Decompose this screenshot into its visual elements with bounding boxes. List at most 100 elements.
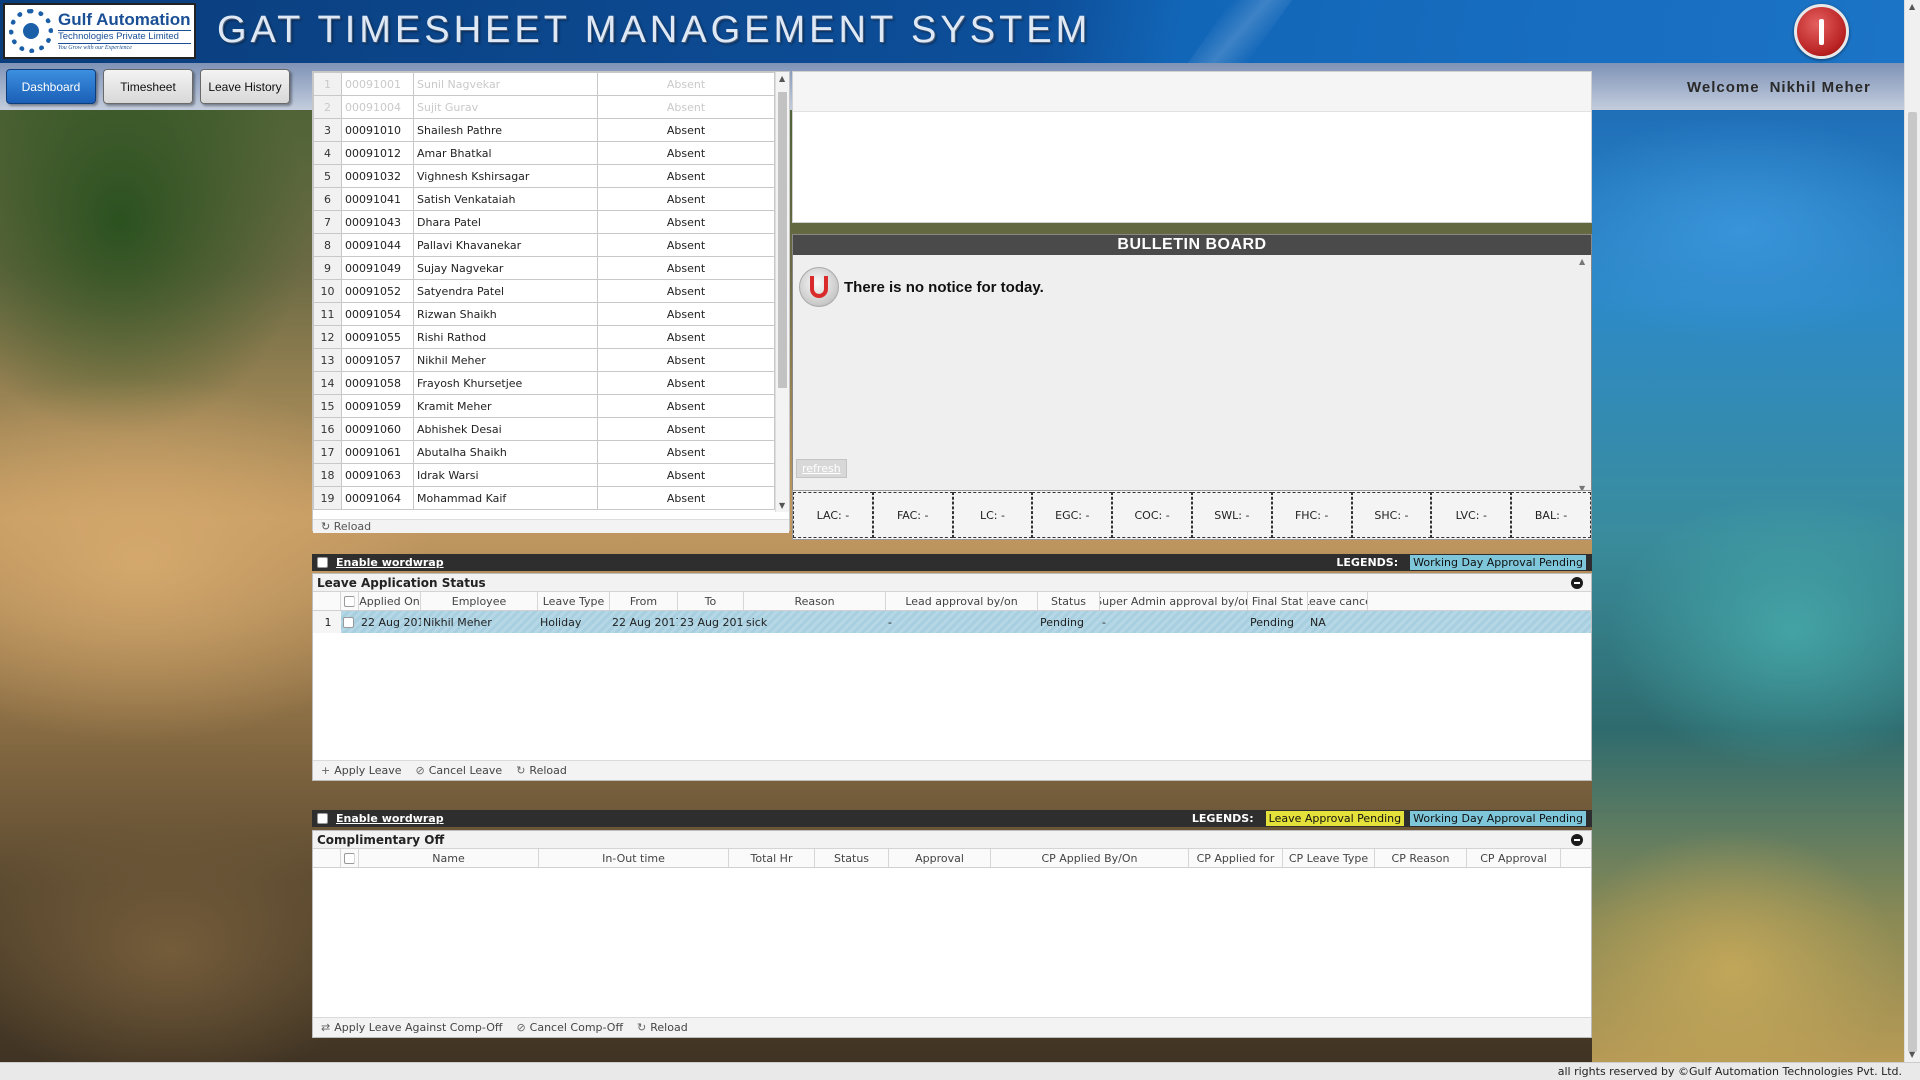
attendance-row[interactable]: 10 00091052 Satyendra Patel Absent [313,279,775,303]
attendance-row[interactable]: 9 00091049 Sujay Nagvekar Absent [313,256,775,280]
employee-name: Dhara Patel [413,210,598,234]
comp-grid-title: Complimentary Off [313,831,1591,849]
table-row[interactable]: 122 Aug 2017Nikhil MeherHoliday22 Aug 20… [313,611,1591,633]
app-title: GAT TIMESHEET MANAGEMENT SYSTEM [217,9,1092,51]
attendance-status: Absent [597,486,775,510]
row-number: 10 [313,279,342,303]
column-header: Applied On [359,592,421,610]
refresh-button[interactable]: refresh [796,459,847,478]
column-header: From [610,592,678,610]
attendance-status: Absent [597,95,775,119]
main-content: 1 00091001 Sunil Nagvekar Absent 2 00091004 Su… [312,63,1592,1062]
page-scroll-thumb[interactable] [1908,112,1917,1052]
attendance-status: Absent [597,164,775,188]
employee-id: 00091044 [341,233,414,257]
wordwrap-label[interactable]: Enable wordwrap [336,556,444,569]
attendance-row[interactable]: 11 00091054 Rizwan Shaikh Absent [313,302,775,326]
row-number: 4 [313,141,342,165]
attendance-reload-button[interactable]: Reload [334,520,371,533]
leave-counts-bar: LAC: - FAC: - LC: - EGC: - COC: - SWL: - FHC: … [792,490,1592,540]
logo-line1: Gulf Automation [58,10,191,30]
attendance-row[interactable]: 5 00091032 Vighnesh Kshirsagar Absent [313,164,775,188]
nav-dashboard-button[interactable]: Dashboard [6,69,96,104]
nav-leave-history-button[interactable]: Leave History [200,69,290,104]
attendance-row[interactable]: 1 00091001 Sunil Nagvekar Absent [313,72,775,96]
scroll-down-icon[interactable]: ▼ [779,501,785,510]
info-panel [792,71,1592,223]
attendance-scrollbar[interactable]: ▲ ▼ [775,72,789,512]
select-all-checkbox[interactable] [344,852,355,864]
row-number: 15 [313,394,342,418]
column-header: Status [1038,592,1100,610]
attendance-row[interactable]: 6 00091041 Satish Venkataiah Absent [313,187,775,211]
attendance-row[interactable]: 16 00091060 Abhishek Desai Absent [313,417,775,441]
attendance-row[interactable]: 8 00091044 Pallavi Khavanekar Absent [313,233,775,257]
select-all-checkbox[interactable] [344,595,355,607]
page-scrollbar[interactable]: ▲ ▼ [1904,0,1920,1062]
attendance-status: Absent [597,463,775,487]
attendance-row[interactable]: 17 00091061 Abutalha Shaikh Absent [313,440,775,464]
reload-icon[interactable]: ↻ [637,1021,646,1034]
nav-timesheet-button[interactable]: Timesheet [103,69,193,104]
scroll-up-icon[interactable]: ▲ [1579,257,1585,266]
reload-icon[interactable]: ↻ [516,764,525,777]
employee-name: Rizwan Shaikh [413,302,598,326]
wordwrap-checkbox[interactable] [317,557,328,568]
row-number: 3 [313,118,342,142]
row-number: 8 [313,233,342,257]
reload-icon[interactable]: ↻ [321,520,334,533]
attendance-status: Absent [597,440,775,464]
cancel-leave-button[interactable]: Cancel Leave [429,764,502,777]
attendance-row[interactable]: 12 00091055 Rishi Rathod Absent [313,325,775,349]
notice-item: There is no notice for today. [799,267,1044,307]
attendance-status: Absent [597,256,775,280]
attendance-row[interactable]: 7 00091043 Dhara Patel Absent [313,210,775,234]
leave-grid-header: Applied On Employee Leave Type From To Reason… [313,592,1591,611]
plus-icon[interactable]: + [321,764,330,777]
row-number: 17 [313,440,342,464]
wordwrap-label[interactable]: Enable wordwrap [336,812,444,825]
collapse-icon[interactable] [1571,834,1583,846]
attendance-row[interactable]: 2 00091004 Sujit Gurav Absent [313,95,775,119]
scroll-thumb[interactable] [778,92,787,388]
scroll-down-icon[interactable]: ▼ [1909,1050,1915,1059]
leave-reload-button[interactable]: Reload [529,764,566,777]
column-header: CP Leave Type [1283,849,1375,867]
attendance-row[interactable]: 15 00091059 Kramit Meher Absent [313,394,775,418]
collapse-icon[interactable] [1571,577,1583,589]
employee-id: 00091041 [341,187,414,211]
header-rownum [313,849,341,867]
comp-legend-strip: Enable wordwrap LEGENDS: Leave Approval … [312,810,1592,827]
leave-legend-strip: Enable wordwrap LEGENDS: Working Day App… [312,554,1592,571]
comp-reload-button[interactable]: Reload [650,1021,687,1034]
attendance-row[interactable]: 3 00091010 Shailesh Pathre Absent [313,118,775,142]
column-header: To [678,592,744,610]
logout-button[interactable] [1794,4,1849,59]
company-logo: Gulf Automation Technologies Private Lim… [3,3,196,59]
cancel-icon[interactable]: ⊘ [516,1021,525,1034]
attendance-status: Absent [597,348,775,372]
welcome-text: Welcome Nikhil Meher [1687,79,1881,96]
cancel-icon[interactable]: ⊘ [416,764,425,777]
notice-text: There is no notice for today. [844,278,1044,296]
row-checkbox[interactable] [343,616,354,628]
row-number: 13 [313,348,342,372]
scroll-up-icon[interactable]: ▲ [1909,2,1915,11]
attendance-row[interactable]: 13 00091057 Nikhil Meher Absent [313,348,775,372]
apply-comp-off-button[interactable]: Apply Leave Against Comp-Off [334,1021,502,1034]
bulletin-scrollbar[interactable]: ▲ ▼ [1579,257,1589,493]
employee-name: Frayosh Khursetjee [413,371,598,395]
apply-leave-button[interactable]: Apply Leave [334,764,401,777]
wordwrap-checkbox[interactable] [317,813,328,824]
copyright-text: all rights reserved by ©Gulf Automation … [1557,1065,1902,1078]
attendance-row[interactable]: 18 00091063 Idrak Warsi Absent [313,463,775,487]
apply-icon[interactable]: ⇄ [321,1021,330,1034]
scroll-up-icon[interactable]: ▲ [779,74,785,83]
header-select [341,592,359,610]
attendance-row[interactable]: 14 00091058 Frayosh Khursetjee Absent [313,371,775,395]
attendance-row[interactable]: 19 00091064 Mohammad Kaif Absent [313,486,775,510]
column-header: CP Reason [1375,849,1467,867]
cancel-comp-off-button[interactable]: Cancel Comp-Off [530,1021,623,1034]
attendance-row[interactable]: 4 00091012 Amar Bhatkal Absent [313,141,775,165]
gear-logo-icon [9,9,53,53]
